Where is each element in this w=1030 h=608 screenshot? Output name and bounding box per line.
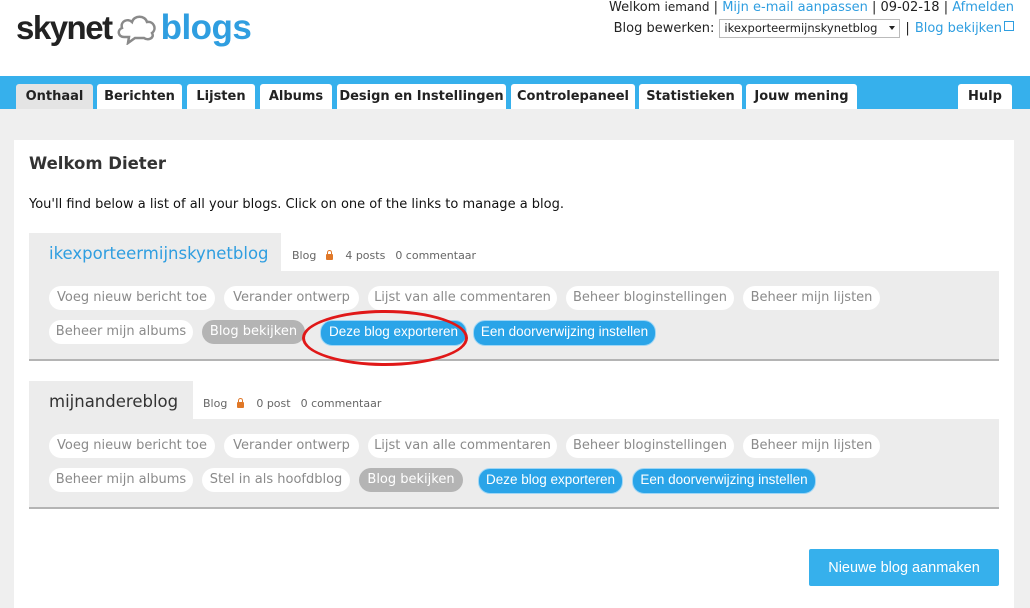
export-blog-button[interactable]: Deze blog exporteren — [478, 468, 623, 494]
manage-albums-button[interactable]: Beheer mijn albums — [49, 468, 193, 492]
dropdown-caret-icon — [889, 26, 896, 30]
tab-onthaal[interactable]: Onthaal — [16, 84, 93, 109]
set-redirect-button[interactable]: Een doorverwijzing instellen — [632, 468, 816, 494]
add-post-button[interactable]: Voeg nieuw bericht toe — [49, 286, 215, 310]
main-nav: Onthaal Berichten Lijsten Albums Design … — [0, 76, 1030, 109]
logo-blogs-text: blogs — [160, 8, 252, 47]
separator: | — [713, 0, 719, 15]
edit-blog-label: Blog bewerken: — [613, 20, 715, 36]
selected-blog-value: ikexporteermijnskynetblog — [724, 21, 878, 35]
intro-text: You'll find below a list of all your blo… — [29, 197, 564, 212]
tab-jouw-mening[interactable]: Jouw mening — [746, 84, 857, 109]
change-design-button[interactable]: Verander ontwerp — [224, 434, 359, 458]
view-blog-button[interactable]: Blog bekijken — [202, 320, 305, 344]
page-title: Welkom Dieter — [29, 154, 167, 173]
blog-select-dropdown[interactable]: ikexporteermijnskynetblog — [719, 18, 901, 38]
add-post-button[interactable]: Voeg nieuw bericht toe — [49, 434, 215, 458]
comment-count: 0 commentaar — [300, 397, 382, 410]
separator: | — [872, 0, 877, 15]
cloud-icon — [117, 15, 156, 45]
separator: | — [905, 20, 910, 36]
set-redirect-button[interactable]: Een doorverwijzing instellen — [473, 320, 656, 346]
view-blog-button[interactable]: Blog bekijken — [359, 468, 463, 492]
tab-design-instellingen[interactable]: Design en Instellingen — [337, 84, 506, 109]
tab-berichten[interactable]: Berichten — [97, 84, 182, 109]
manage-albums-button[interactable]: Beheer mijn albums — [49, 320, 193, 344]
tab-albums[interactable]: Albums — [260, 84, 332, 109]
separator: | — [943, 0, 949, 15]
blog-meta: Blog 4 posts 0 commentaar — [292, 249, 476, 262]
set-main-blog-button[interactable]: Stel in als hoofdblog — [202, 468, 350, 492]
blog-name-link[interactable]: mijnandereblog — [49, 392, 178, 411]
skynet-blogs-logo[interactable]: skynet blogs — [16, 6, 252, 50]
comments-list-button[interactable]: Lijst van alle commentaren — [368, 286, 557, 310]
change-design-button[interactable]: Verander ontwerp — [224, 286, 359, 310]
blog-type: Blog — [203, 397, 228, 410]
blog-actions-area — [29, 271, 999, 361]
view-blog-link[interactable]: Blog bekijken — [914, 20, 1014, 36]
blog-settings-button[interactable]: Beheer bloginstellingen — [566, 434, 734, 458]
tab-statistieken[interactable]: Statistieken — [639, 84, 742, 109]
blog-actions-area — [29, 419, 999, 509]
welcome-text: Welkom — [609, 0, 661, 15]
tab-controlepaneel[interactable]: Controlepaneel — [511, 84, 635, 109]
lock-icon — [237, 397, 245, 408]
blog-type: Blog — [292, 249, 317, 262]
change-email-link[interactable]: Mijn e-mail aanpassen — [722, 0, 868, 15]
welcome-user: iemand — [664, 0, 710, 14]
new-blog-button[interactable]: Nieuwe blog aanmaken — [809, 549, 999, 586]
logout-link[interactable]: Afmelden — [952, 0, 1014, 15]
view-blog-link-label: Blog bekijken — [914, 20, 1002, 36]
external-link-icon — [1004, 20, 1014, 31]
blog-settings-button[interactable]: Beheer bloginstellingen — [566, 286, 734, 310]
blog-name-link[interactable]: ikexporteermijnskynetblog — [49, 244, 269, 263]
date-text: 09-02-18 — [880, 0, 940, 15]
user-bar: Welkom iemand | Mijn e-mail aanpassen | … — [609, 0, 1014, 38]
manage-lists-button[interactable]: Beheer mijn lijsten — [743, 286, 880, 310]
export-blog-button[interactable]: Deze blog exporteren — [320, 320, 467, 346]
lock-icon — [326, 249, 334, 260]
post-count: 0 post — [256, 397, 291, 410]
post-count: 4 posts — [345, 249, 386, 262]
tab-hulp[interactable]: Hulp — [958, 84, 1012, 109]
blog-meta: Blog 0 post 0 commentaar — [203, 397, 381, 410]
comments-list-button[interactable]: Lijst van alle commentaren — [368, 434, 557, 458]
tab-lijsten[interactable]: Lijsten — [187, 84, 255, 109]
comment-count: 0 commentaar — [395, 249, 477, 262]
logo-skynet-text: skynet — [16, 9, 113, 46]
manage-lists-button[interactable]: Beheer mijn lijsten — [743, 434, 880, 458]
